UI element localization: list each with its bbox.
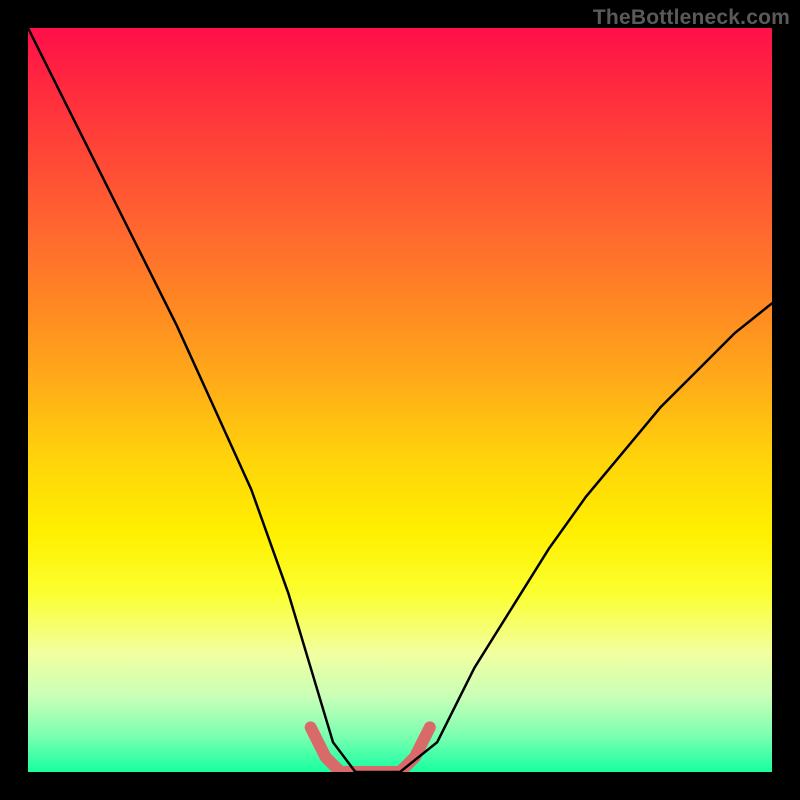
bottleneck-curve-path: [28, 28, 772, 772]
watermark-text: TheBottleneck.com: [593, 6, 790, 30]
plot-area: [28, 28, 772, 772]
chart-frame: TheBottleneck.com: [0, 0, 800, 800]
chart-svg: [28, 28, 772, 772]
valley-highlight-path: [311, 727, 430, 772]
